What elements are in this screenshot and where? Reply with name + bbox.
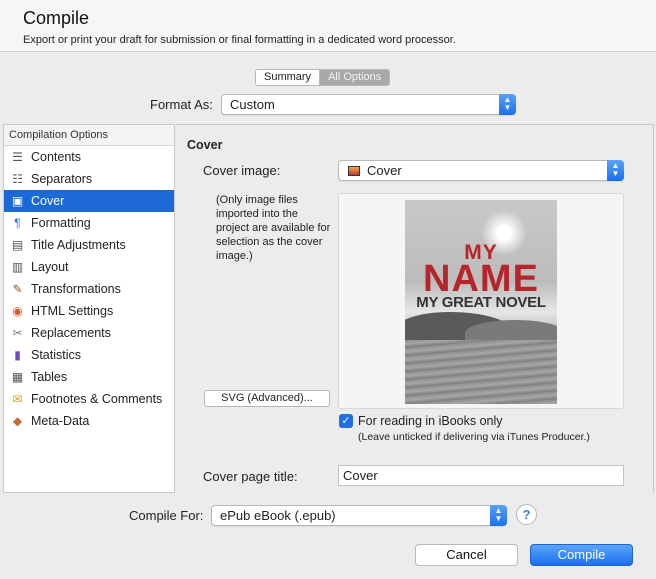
format-as-label: Format As: xyxy=(150,97,213,112)
sidebar-item-separators[interactable]: ☷ Separators xyxy=(4,168,174,190)
dialog-subtitle: Export or print your draft for submissio… xyxy=(23,34,456,46)
sidebar-item-meta-data[interactable]: ◆ Meta-Data xyxy=(4,410,174,432)
sidebar-header: Compilation Options xyxy=(4,125,174,146)
compile-button[interactable]: Compile xyxy=(530,544,633,566)
title-adjustments-icon: ▤ xyxy=(11,238,24,252)
sidebar-item-label: Meta-Data xyxy=(31,414,90,428)
help-button[interactable]: ? xyxy=(516,504,537,525)
ibooks-only-label[interactable]: For reading in iBooks only xyxy=(358,414,503,428)
chevron-updown-icon: ▲ ▼ xyxy=(607,160,624,181)
sidebar-item-html-settings[interactable]: ◉ HTML Settings xyxy=(4,300,174,322)
compile-for-popup[interactable]: ePub eBook (.epub) ▲ ▼ xyxy=(211,505,507,526)
section-title: Cover xyxy=(187,138,223,152)
chevron-updown-icon: ▲ ▼ xyxy=(499,94,516,115)
sidebar-item-tables[interactable]: ▦ Tables xyxy=(4,366,174,388)
cover-page-title-label: Cover page title: xyxy=(203,469,298,484)
sidebar-item-label: Formatting xyxy=(31,216,91,230)
sidebar-item-label: Layout xyxy=(31,260,69,274)
dialog-header: Compile Export or print your draft for s… xyxy=(0,0,656,52)
sidebar-item-transformations[interactable]: ✎ Transformations xyxy=(4,278,174,300)
svg-advanced-button[interactable]: SVG (Advanced)... xyxy=(204,390,330,407)
layout-icon: ▥ xyxy=(11,260,24,274)
transformations-icon: ✎ xyxy=(12,282,23,296)
formatting-icon: ¶ xyxy=(14,216,21,230)
meta-data-icon: ◆ xyxy=(12,414,23,428)
sidebar-item-layout[interactable]: ▥ Layout xyxy=(4,256,174,278)
tables-icon: ▦ xyxy=(11,370,24,384)
sidebar-item-label: HTML Settings xyxy=(31,304,114,318)
tab-all-options[interactable]: All Options xyxy=(320,70,390,85)
sidebar-item-label: Separators xyxy=(31,172,93,186)
cover-icon: ▣ xyxy=(11,194,24,208)
preview-sea xyxy=(405,340,557,404)
sidebar-item-label: Contents xyxy=(31,150,82,164)
image-icon xyxy=(348,166,360,176)
sidebar-item-label: Footnotes & Comments xyxy=(31,392,163,406)
cover-preview-well: MY NAME MY GREAT NOVEL xyxy=(338,193,624,409)
sidebar-item-cover[interactable]: ▣ Cover xyxy=(4,190,174,212)
sidebar-item-label: Replacements xyxy=(31,326,111,340)
cover-image-value: Cover xyxy=(367,163,402,178)
sidebar-item-label: Statistics xyxy=(31,348,82,362)
cover-image-label: Cover image: xyxy=(203,163,281,178)
chevron-updown-icon: ▲ ▼ xyxy=(490,505,507,526)
dialog-title: Compile xyxy=(23,8,90,28)
cover-preview-image: MY NAME MY GREAT NOVEL xyxy=(405,200,557,404)
separators-icon: ☷ xyxy=(12,172,23,186)
sidebar-item-label: Title Adjustments xyxy=(31,238,126,252)
cancel-button[interactable]: Cancel xyxy=(415,544,518,566)
footnotes-icon: ✉ xyxy=(12,392,23,406)
sidebar-item-formatting[interactable]: ¶ Formatting xyxy=(4,212,174,234)
cover-image-note: (Only image files imported into the proj… xyxy=(216,194,331,262)
sidebar-item-label: Cover xyxy=(31,194,65,208)
sidebar-item-title-adjustments[interactable]: ▤ Title Adjustments xyxy=(4,234,174,256)
compile-for-value: ePub eBook (.epub) xyxy=(220,508,336,523)
sidebar-item-statistics[interactable]: ▮ Statistics xyxy=(4,344,174,366)
cover-page-title-field[interactable]: Cover xyxy=(338,465,624,486)
tab-summary[interactable]: Summary xyxy=(256,70,321,85)
compile-for-label: Compile For: xyxy=(129,508,204,523)
statistics-icon: ▮ xyxy=(14,348,21,362)
sidebar-item-label: Tables xyxy=(31,370,68,384)
sidebar-item-footnotes-comments[interactable]: ✉ Footnotes & Comments xyxy=(4,388,174,410)
contents-icon: ☰ xyxy=(12,150,23,164)
sidebar-list: ☰ Contents ☷ Separators ▣ Cover ¶ Formatting ▤ Ti… xyxy=(4,146,174,432)
cover-text-line3: MY GREAT NOVEL xyxy=(416,294,546,311)
html-settings-icon: ◉ xyxy=(12,304,23,318)
cover-text-line2: NAME xyxy=(423,258,539,300)
cover-panel: Cover Cover image: Cover ▲ ▼ (Only image … xyxy=(176,124,654,493)
format-as-value: Custom xyxy=(230,97,275,112)
cover-image-popup[interactable]: Cover ▲ ▼ xyxy=(338,160,624,181)
sidebar-item-label: Transformations xyxy=(31,282,121,296)
ibooks-note: (Leave unticked if delivering via iTunes… xyxy=(358,431,590,443)
compilation-options-sidebar: Compilation Options ☰ Contents ☷ Separators… xyxy=(3,124,175,493)
replacements-icon: ✂ xyxy=(12,326,23,340)
ibooks-only-checkbox[interactable]: ✓ xyxy=(339,414,353,428)
mode-segmented-control: Summary All Options xyxy=(255,69,391,86)
sidebar-item-contents[interactable]: ☰ Contents xyxy=(4,146,174,168)
sidebar-item-replacements[interactable]: ✂ Replacements xyxy=(4,322,174,344)
format-as-popup[interactable]: Custom ▲ ▼ xyxy=(221,94,516,115)
